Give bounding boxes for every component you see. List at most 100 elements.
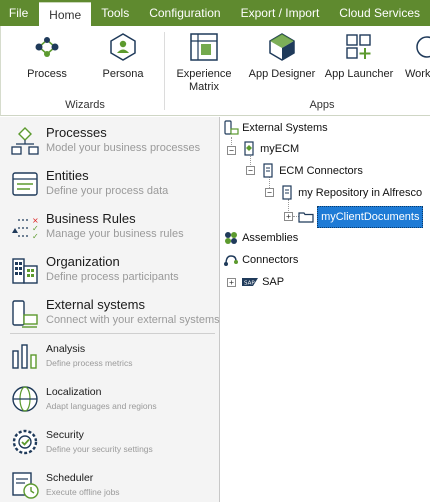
entities-icon xyxy=(12,172,38,196)
tree-view: External Systems − myECM − ECM Connector… xyxy=(221,117,430,502)
nav-subtitle: Define process participants xyxy=(46,271,179,283)
tree-node-myclientdocuments[interactable]: myClientDocuments xyxy=(298,206,424,228)
expander-myclientdocuments[interactable]: + xyxy=(284,212,293,221)
tree-node-connectors[interactable]: Connectors xyxy=(223,251,298,269)
nav-separator xyxy=(10,333,215,334)
nav-item-security[interactable]: Security Define your security settings xyxy=(0,429,220,461)
connector-icon xyxy=(263,163,273,178)
app-designer-label: App Designer xyxy=(248,68,316,80)
nav-item-entities[interactable]: Entities Define your process data xyxy=(0,168,220,204)
scheduler-icon xyxy=(12,472,39,499)
svg-text:✓: ✓ xyxy=(32,232,39,241)
wizards-group-label: Wizards xyxy=(65,99,105,111)
nav-title: Entities xyxy=(46,168,89,183)
localization-icon xyxy=(12,386,38,412)
app-designer-icon xyxy=(269,33,295,61)
assemblies-icon xyxy=(225,232,237,245)
persona-icon xyxy=(110,33,136,61)
work-button[interactable]: Work xyxy=(405,32,430,81)
tree-node-ecm-connectors[interactable]: ECM Connectors xyxy=(260,162,363,180)
tab-tools[interactable]: Tools xyxy=(91,0,139,26)
nav-subtitle: Define your security settings xyxy=(46,444,153,454)
tab-cloud-services[interactable]: Cloud Services xyxy=(329,0,430,26)
tree-node-label: ECM Connectors xyxy=(279,165,363,178)
experience-matrix-button[interactable]: Experience Matrix xyxy=(175,32,233,94)
tree-node-external-systems[interactable]: External Systems xyxy=(223,119,328,137)
nav-title: Business Rules xyxy=(46,211,136,226)
security-icon xyxy=(12,429,38,455)
nav-subtitle: Connect with your external systems xyxy=(46,314,220,326)
repository-icon xyxy=(282,185,292,200)
svg-text:SAP: SAP xyxy=(244,281,255,287)
tab-export-import[interactable]: Export / Import xyxy=(231,0,330,26)
tab-configuration[interactable]: Configuration xyxy=(139,0,230,26)
tree-node-label: my Repository in Alfresco xyxy=(298,187,423,200)
nav-title: Security xyxy=(46,429,84,441)
persona-label: Persona xyxy=(102,68,144,80)
app-designer-button[interactable]: App Designer xyxy=(245,32,319,81)
nav-subtitle: Manage your business rules xyxy=(46,228,184,240)
analysis-icon xyxy=(12,344,37,369)
sap-icon: SAP xyxy=(242,278,258,287)
tree-node-sap[interactable]: SAP SAP xyxy=(241,273,284,291)
nav-subtitle: Adapt languages and regions xyxy=(46,401,157,411)
left-navigation: Processes Model your business processes … xyxy=(0,117,220,502)
tree-node-label: Assemblies xyxy=(242,232,299,245)
apps-group-label: Apps xyxy=(309,99,335,111)
process-button[interactable]: Process xyxy=(23,32,71,81)
connectors-icon xyxy=(224,255,238,267)
process-label: Process xyxy=(27,68,67,80)
nav-item-business-rules[interactable]: × ✓ ✓ Business Rules Manage your busines… xyxy=(0,211,220,247)
tree-node-label: myECM xyxy=(260,143,300,156)
tree-node-repository[interactable]: my Repository in Alfresco xyxy=(279,184,422,202)
expander-ecm-connectors[interactable]: − xyxy=(246,166,255,175)
tree-node-label: External Systems xyxy=(242,122,328,135)
experience-matrix-icon xyxy=(190,33,218,61)
menu-bar: File Home Tools Configuration Export / I… xyxy=(0,0,430,26)
experience-matrix-label-line2: Matrix xyxy=(189,81,219,93)
nav-subtitle: Execute offline jobs xyxy=(46,487,120,497)
nav-title: External systems xyxy=(46,297,145,312)
organization-icon xyxy=(12,258,38,284)
ribbon-group-separator xyxy=(164,32,165,110)
work-label: Work xyxy=(405,68,430,80)
nav-item-processes[interactable]: Processes Model your business processes xyxy=(0,125,220,161)
tree-node-label: SAP xyxy=(262,276,285,289)
ecm-icon xyxy=(244,141,254,156)
experience-matrix-label-line1: Experience xyxy=(176,68,232,80)
nav-title: Analysis xyxy=(46,343,86,355)
ribbon: Process Persona Wizards Experience Matri… xyxy=(0,26,430,116)
nav-item-scheduler[interactable]: Scheduler Execute offline jobs xyxy=(0,472,220,502)
expander-sap[interactable]: + xyxy=(227,278,236,287)
tree-node-label: Connectors xyxy=(242,254,299,267)
expander-myecm[interactable]: − xyxy=(227,146,236,155)
app-launcher-icon xyxy=(346,34,371,59)
tab-home[interactable]: Home xyxy=(39,2,92,26)
processes-icon xyxy=(11,127,39,155)
app-launcher-button[interactable]: App Launcher xyxy=(323,32,395,81)
nav-title: Processes xyxy=(46,125,107,140)
expander-repository[interactable]: − xyxy=(265,188,274,197)
nav-subtitle: Define process metrics xyxy=(46,358,133,368)
persona-button[interactable]: Persona xyxy=(99,32,147,81)
nav-title: Organization xyxy=(46,254,120,269)
tab-file[interactable]: File xyxy=(0,0,38,26)
tree-node-assemblies[interactable]: Assemblies xyxy=(223,229,298,247)
tree-node-myecm[interactable]: myECM xyxy=(241,140,299,158)
work-icon xyxy=(416,36,430,58)
business-rules-icon: × ✓ ✓ xyxy=(12,216,39,241)
nav-subtitle: Define your process data xyxy=(46,185,169,197)
nav-item-localization[interactable]: Localization Adapt languages and regions xyxy=(0,386,220,418)
nav-title: Localization xyxy=(46,386,102,398)
app-launcher-label: App Launcher xyxy=(324,68,394,80)
nav-item-organization[interactable]: Organization Define process participants xyxy=(0,254,220,290)
process-icon xyxy=(35,37,59,57)
nav-item-analysis[interactable]: Analysis Define process metrics xyxy=(0,343,220,375)
nav-item-external-systems[interactable]: External systems Connect with your exter… xyxy=(0,297,220,333)
tree-node-label-selected: myClientDocuments xyxy=(317,206,424,228)
nav-title: Scheduler xyxy=(46,472,94,484)
folder-icon xyxy=(298,212,314,223)
external-systems-icon xyxy=(12,300,38,328)
nav-subtitle: Model your business processes xyxy=(46,142,201,154)
external-systems-icon xyxy=(224,120,239,135)
